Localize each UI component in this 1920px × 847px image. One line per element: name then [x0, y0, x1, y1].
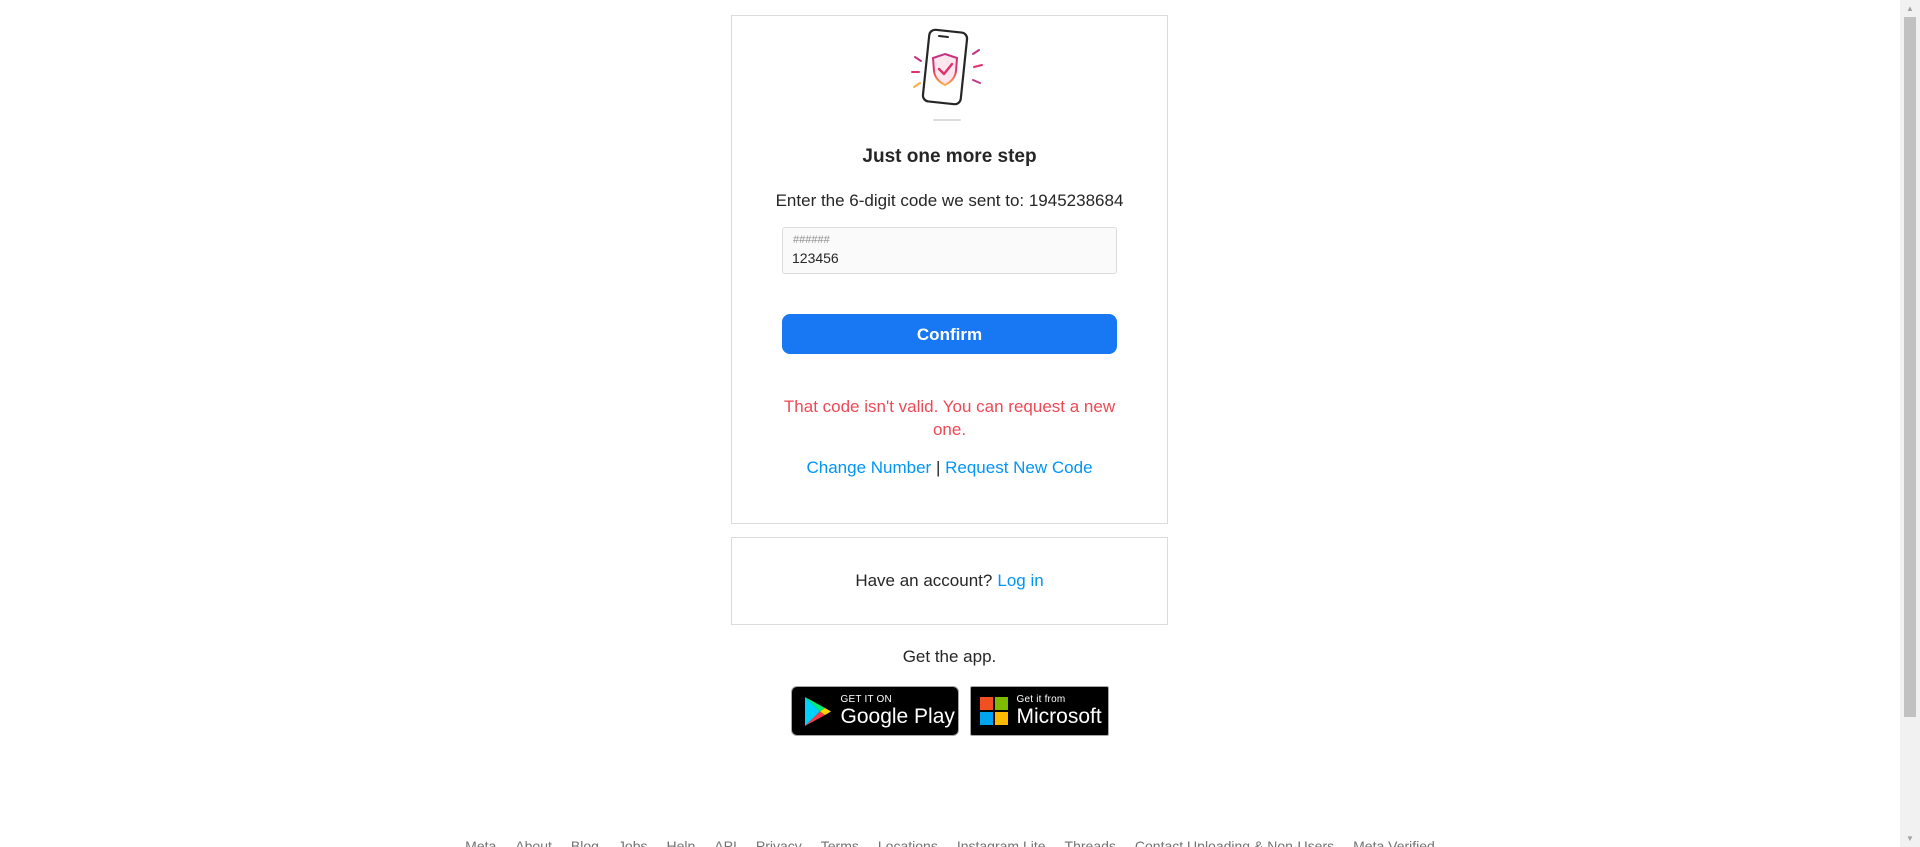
footer-link[interactable]: Blog	[571, 838, 599, 847]
footer-link[interactable]: Terms	[821, 838, 859, 847]
footer-link[interactable]: Instagram Lite	[957, 838, 1046, 847]
footer-link[interactable]: Privacy	[756, 838, 802, 847]
login-link[interactable]: Log in	[997, 571, 1043, 591]
google-play-icon	[804, 696, 831, 726]
confirm-button[interactable]: Confirm	[782, 314, 1117, 354]
footer-link[interactable]: About	[515, 838, 552, 847]
code-instruction: Enter the 6-digit code we sent to: 19452…	[775, 191, 1124, 210]
change-number-link[interactable]: Change Number	[806, 458, 931, 477]
scroll-up-icon[interactable]: ▲	[1900, 0, 1920, 17]
code-input[interactable]	[792, 250, 1102, 266]
account-prompt: Have an account?	[855, 571, 993, 590]
microsoft-logo-icon	[979, 697, 1008, 725]
footer-link[interactable]: Meta Verified	[1353, 838, 1435, 847]
code-field-label: ######	[793, 234, 830, 246]
account-card: Have an account? Log in	[731, 537, 1168, 625]
viewport: Just one more step Enter the 6-digit cod…	[0, 0, 1920, 847]
google-play-big-text: Google Play	[840, 705, 955, 728]
get-app-heading: Get the app.	[902, 647, 997, 666]
footer-link[interactable]: Meta	[465, 838, 496, 847]
microsoft-badge[interactable]: Get it from Microsoft	[969, 686, 1109, 736]
scrollbar-thumb[interactable]	[1904, 17, 1916, 717]
footer-link[interactable]: API	[714, 838, 737, 847]
google-play-badge-text: GET IT ON Google Play	[841, 694, 955, 728]
microsoft-small-text: Get it from	[1016, 694, 1066, 705]
footer-links: Meta About Blog Jobs Help API Privacy Te…	[0, 838, 1900, 847]
footer-link[interactable]: Jobs	[618, 838, 648, 847]
link-separator: |	[935, 458, 941, 477]
code-actions: Change Number | Request New Code	[732, 458, 1167, 478]
footer-link[interactable]: Help	[666, 838, 695, 847]
scroll-down-icon[interactable]: ▼	[1900, 830, 1920, 847]
phone-shield-check-icon	[911, 28, 983, 121]
code-field[interactable]: ######	[782, 227, 1117, 274]
request-new-code-link[interactable]: Request New Code	[945, 458, 1092, 477]
page-title: Just one more step	[862, 146, 1037, 167]
app-badges: GET IT ON Google Play Get it from Micros…	[731, 686, 1168, 736]
footer-link[interactable]: Locations	[878, 838, 938, 847]
main-column: Just one more step Enter the 6-digit cod…	[731, 15, 1168, 736]
footer-link[interactable]: Contact Uploading & Non-Users	[1135, 838, 1334, 847]
footer-link[interactable]: Threads	[1065, 838, 1116, 847]
microsoft-big-text: Microsoft	[1016, 705, 1102, 728]
google-play-small-text: GET IT ON	[840, 694, 892, 705]
microsoft-badge-text: Get it from Microsoft	[1017, 694, 1102, 728]
verification-card: Just one more step Enter the 6-digit cod…	[731, 15, 1168, 524]
google-play-badge[interactable]: GET IT ON Google Play	[790, 686, 959, 736]
scrollbar[interactable]: ▲ ▼	[1900, 0, 1920, 847]
error-message: That code isn't valid. You can request a…	[783, 397, 1116, 439]
